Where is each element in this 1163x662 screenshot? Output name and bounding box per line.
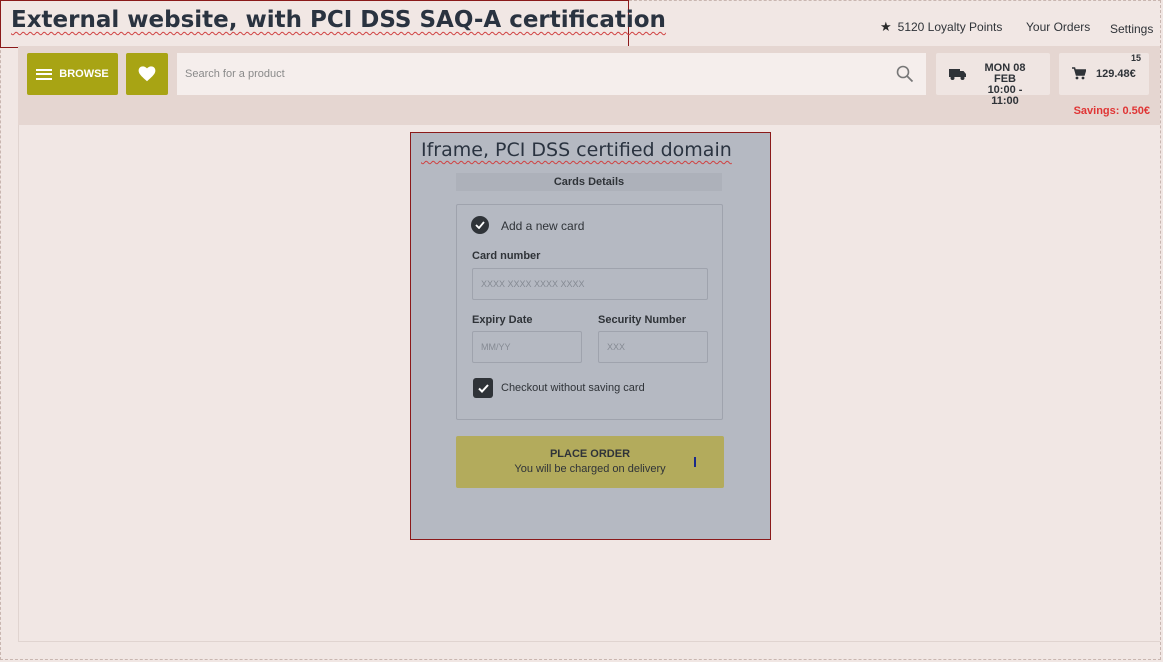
cart-total: 129.48€ [1096,68,1136,80]
heart-icon [138,66,156,82]
delivery-day: MON 08 FEB [984,62,1026,85]
security-number-field[interactable] [598,331,708,363]
card-number-label: Card number [472,250,541,262]
security-number-label: Security Number [598,314,687,326]
add-new-card-label: Add a new card [501,219,585,233]
expiry-date-field[interactable] [472,331,582,363]
checkbox-check-icon [477,383,489,393]
card-number-field[interactable] [472,268,708,300]
text-cursor [694,457,696,467]
cart-button[interactable]: 129.48€ 15 [1059,53,1149,95]
favorites-button[interactable] [126,53,168,95]
cart-count-badge: 15 [1130,53,1141,63]
delivery-slot-button[interactable]: MON 08 FEB 10:00 - 11:00 [936,53,1050,107]
place-order-label: PLACE ORDER [549,448,631,460]
browse-label: BROWSE [59,68,109,80]
search-bar [177,53,926,95]
checkout-without-saving-checkbox[interactable] [473,378,493,398]
menu-icon [36,68,53,80]
settings-link[interactable]: Settings [1110,20,1153,38]
star-icon: ★ [880,19,892,34]
expiry-date-label: Expiry Date [472,314,533,326]
cards-details-header: Cards Details [456,173,722,191]
truck-icon [949,69,966,80]
external-site-annotation: External website, with PCI DSS SAQ-A cer… [0,0,666,48]
cart-icon [1072,67,1086,80]
loyalty-points-label: 5120 Loyalty Points [897,20,1003,34]
browse-button[interactable]: BROWSE [27,53,118,95]
delivery-time: 10:00 - 11:00 [987,84,1023,107]
delivery-slot-label: MON 08 FEB 10:00 - 11:00 [974,63,1036,107]
savings-label: Savings: 0.50€ [1073,105,1150,117]
checkout-without-saving-label: Checkout without saving card [501,382,645,394]
loyalty-points-link[interactable]: ★ 5120 Loyalty Points [880,18,1002,36]
search-icon[interactable] [896,65,914,83]
your-orders-link[interactable]: Your Orders [1026,18,1090,36]
iframe-annotation-text: Iframe, PCI DSS certified domain [421,139,732,161]
external-site-annotation-text: External website, with PCI DSS SAQ-A cer… [11,7,666,33]
place-order-button[interactable]: PLACE ORDER You will be charged on deliv… [456,436,724,488]
check-icon[interactable] [471,216,489,234]
payment-iframe: Iframe, PCI DSS certified domain Cards D… [410,132,771,540]
card-form-panel: Add a new card Card number Expiry Date S… [456,204,723,420]
place-order-subtext: You will be charged on delivery [514,463,666,475]
search-input[interactable] [185,53,875,95]
iframe-annotation: Iframe, PCI DSS certified domain [421,139,732,161]
